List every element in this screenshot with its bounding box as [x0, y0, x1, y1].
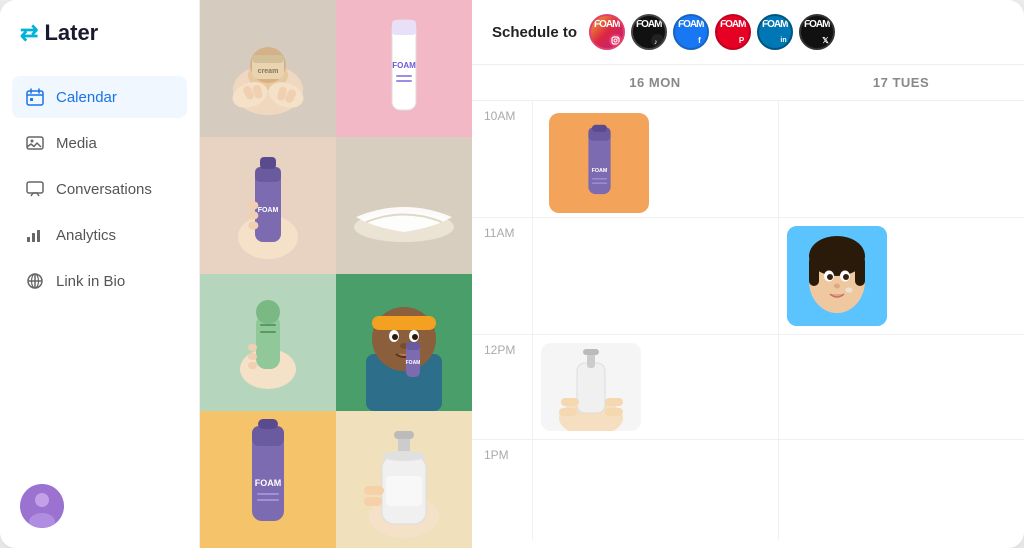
- post-thumb-tue-11am[interactable]: [787, 226, 887, 326]
- media-cell-1[interactable]: cream: [200, 0, 336, 137]
- sidebar-item-media[interactable]: Media: [12, 122, 187, 164]
- link-icon: [24, 270, 46, 292]
- day-headers: 16 MON 17 TUES: [472, 65, 1024, 101]
- linkedin-platform-dot: in: [777, 34, 790, 47]
- calendar-icon: [24, 86, 46, 108]
- media-cell-2[interactable]: FOAM: [336, 0, 472, 137]
- social-icon-tiktok[interactable]: FOAM ♪: [631, 14, 667, 50]
- logo-icon: ⇄: [20, 20, 38, 46]
- svg-text:cream: cream: [258, 68, 279, 75]
- twitter-platform-dot: 𝕏: [819, 34, 832, 47]
- day-header-mon: 16 MON: [532, 65, 778, 100]
- media-cell-4[interactable]: [336, 137, 472, 274]
- time-col-mon-1pm: [532, 440, 778, 540]
- sidebar-item-calendar-label: Calendar: [56, 89, 117, 106]
- sidebar-item-linkinbio-label: Link in Bio: [56, 273, 125, 290]
- calendar-header: Schedule to FOAM FOAM ♪: [472, 0, 1024, 65]
- foam-label-instagram: FOAM: [594, 19, 619, 30]
- social-icon-facebook[interactable]: FOAM f: [673, 14, 709, 50]
- time-label-1pm: 1PM: [472, 440, 532, 540]
- sidebar-item-conversations-label: Conversations: [56, 181, 152, 198]
- time-col-mon-12pm[interactable]: [532, 335, 778, 439]
- sidebar-item-analytics[interactable]: Analytics: [12, 214, 187, 256]
- sidebar: ⇄ Later Calendar: [0, 0, 200, 548]
- schedule-to-label: Schedule to: [492, 24, 577, 41]
- media-cell-5[interactable]: [200, 274, 336, 411]
- analytics-icon: [24, 224, 46, 246]
- logo: ⇄ Later: [0, 20, 199, 76]
- app-container: ⇄ Later Calendar: [0, 0, 1024, 548]
- time-label-12pm: 12PM: [472, 335, 532, 439]
- social-icon-twitter[interactable]: FOAM 𝕏: [799, 14, 835, 50]
- day-header-tue: 17 TUES: [778, 65, 1024, 100]
- conversations-icon: [24, 178, 46, 200]
- tiktok-platform-dot: ♪: [651, 34, 664, 47]
- foam-label-linkedin: FOAM: [762, 19, 787, 30]
- time-col-tue-12pm: [778, 335, 1024, 439]
- time-row-12pm: 12PM: [472, 335, 1024, 440]
- media-cell-7[interactable]: FOAM: [200, 411, 336, 548]
- sidebar-item-analytics-label: Analytics: [56, 227, 116, 244]
- foam-label-tiktok: FOAM: [636, 19, 661, 30]
- social-icon-instagram[interactable]: FOAM: [589, 14, 625, 50]
- time-row-10am: 10AM FOAM: [472, 101, 1024, 218]
- sidebar-item-calendar[interactable]: Calendar: [12, 76, 187, 118]
- woman-face-svg: [787, 226, 887, 326]
- pinterest-platform-dot: P: [735, 34, 748, 47]
- time-label-11am: 11AM: [472, 218, 532, 334]
- svg-text:FOAM: FOAM: [258, 207, 279, 214]
- sidebar-item-conversations[interactable]: Conversations: [12, 168, 187, 210]
- time-row-11am: 11AM: [472, 218, 1024, 335]
- avatar[interactable]: [20, 484, 64, 528]
- time-col-mon-11am: [532, 218, 778, 334]
- social-icons: FOAM FOAM ♪ FOAM f: [589, 14, 835, 50]
- time-label-10am: 10AM: [472, 101, 532, 217]
- foam-label-pinterest: FOAM: [720, 19, 745, 30]
- time-col-tue-10am: [778, 101, 1024, 217]
- time-row-1pm: 1PM: [472, 440, 1024, 540]
- svg-text:FOAM: FOAM: [406, 360, 421, 366]
- post-thumb-mon-12pm[interactable]: [541, 343, 641, 431]
- post-thumb-mon-10am[interactable]: FOAM: [549, 113, 649, 213]
- time-col-tue-1pm: [778, 440, 1024, 540]
- time-col-mon-10am[interactable]: FOAM: [532, 101, 778, 217]
- foam-label-facebook: FOAM: [678, 19, 703, 30]
- svg-text:FOAM: FOAM: [255, 478, 282, 488]
- time-grid[interactable]: 10AM FOAM: [472, 101, 1024, 548]
- media-cell-3[interactable]: FOAM: [200, 137, 336, 274]
- day-header-spacer: [472, 65, 532, 100]
- facebook-platform-dot: f: [693, 34, 706, 47]
- time-col-tue-11am[interactable]: [778, 218, 1024, 334]
- svg-text:♪: ♪: [654, 39, 658, 45]
- nav-items: Calendar Media: [0, 76, 199, 464]
- pump-hand-svg: [541, 343, 641, 431]
- instagram-platform-dot: [609, 34, 622, 47]
- svg-text:FOAM: FOAM: [591, 168, 607, 174]
- svg-text:FOAM: FOAM: [392, 61, 416, 70]
- foam-label-twitter: FOAM: [804, 19, 829, 30]
- social-icon-linkedin[interactable]: FOAM in: [757, 14, 793, 50]
- social-icon-pinterest[interactable]: FOAM P: [715, 14, 751, 50]
- media-grid: cream FOAM FOAM: [200, 0, 472, 548]
- media-cell-6[interactable]: FOAM: [336, 274, 472, 411]
- logo-text: Later: [44, 20, 98, 46]
- calendar-area: Schedule to FOAM FOAM ♪: [472, 0, 1024, 548]
- media-icon: [24, 132, 46, 154]
- media-cell-8[interactable]: [336, 411, 472, 548]
- sidebar-item-media-label: Media: [56, 135, 97, 152]
- foam-tube-svg-10am: FOAM: [582, 123, 617, 203]
- sidebar-item-linkinbio[interactable]: Link in Bio: [12, 260, 187, 302]
